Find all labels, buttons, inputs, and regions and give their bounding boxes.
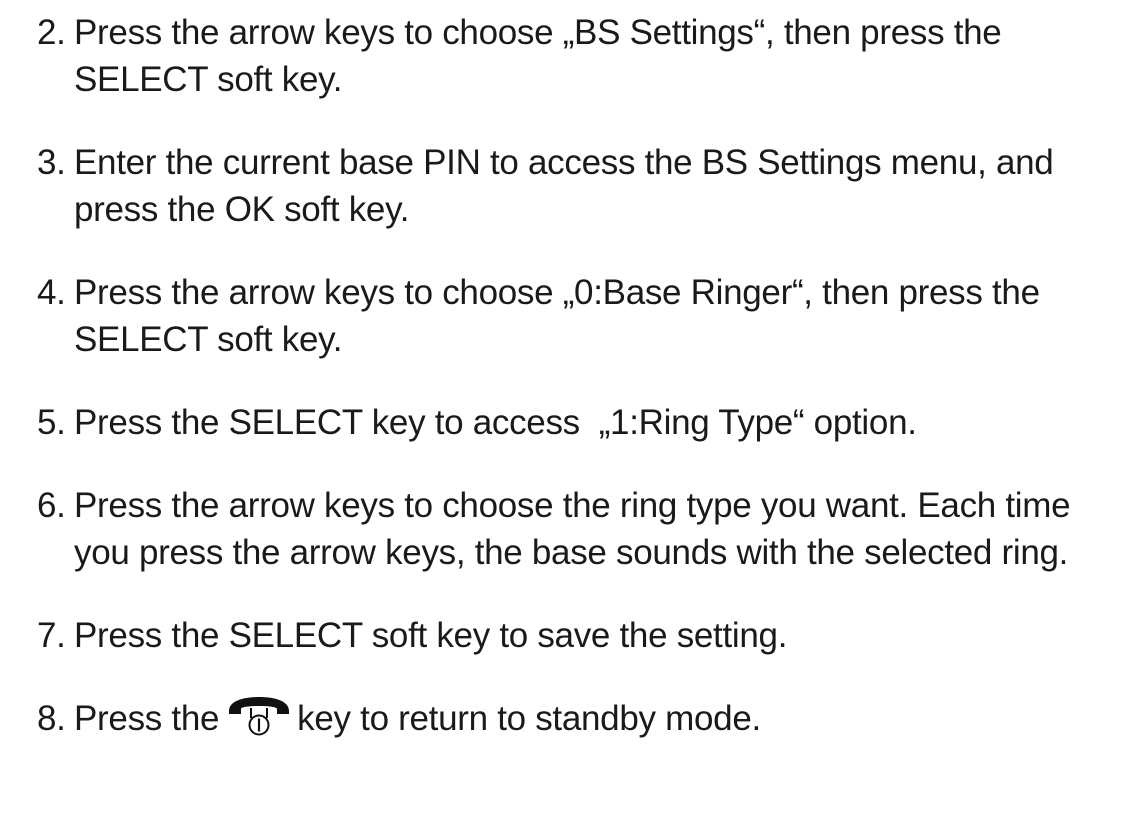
step-number: 6.: [37, 486, 66, 525]
step-text: Press the arrow keys to choose „0:Base R…: [74, 273, 1040, 359]
step-number: 3.: [37, 143, 66, 182]
step-text: Press the arrow keys to choose the ring …: [74, 486, 1071, 572]
instruction-steps: 2. Press the arrow keys to choose „BS Se…: [37, 9, 1122, 742]
step-text-before: Press the: [74, 699, 220, 738]
step-number: 2.: [37, 13, 66, 52]
step-text-after: key to return to standby mode.: [297, 699, 761, 738]
step-number: 5.: [37, 403, 66, 442]
end-call-handset-icon: [229, 697, 290, 736]
step-text: Press the SELECT key to access „1:Ring T…: [74, 403, 917, 442]
step-6: 6. Press the arrow keys to choose the ri…: [37, 482, 1122, 576]
step-number: 7.: [37, 616, 66, 655]
step-number: 8.: [37, 699, 66, 738]
step-8: 8. Press the key to return to standby mo…: [37, 695, 1122, 742]
step-3: 3. Enter the current base PIN to access …: [37, 139, 1122, 233]
step-text: Enter the current base PIN to access the…: [74, 143, 1054, 229]
step-5: 5. Press the SELECT key to access „1:Rin…: [37, 399, 1122, 446]
step-text: Press the SELECT soft key to save the se…: [74, 616, 788, 655]
step-text: Press the arrow keys to choose „BS Setti…: [74, 13, 1002, 99]
step-number: 4.: [37, 273, 66, 312]
step-4: 4. Press the arrow keys to choose „0:Bas…: [37, 269, 1122, 363]
step-7: 7. Press the SELECT soft key to save the…: [37, 612, 1122, 659]
step-2: 2. Press the arrow keys to choose „BS Se…: [37, 9, 1122, 103]
